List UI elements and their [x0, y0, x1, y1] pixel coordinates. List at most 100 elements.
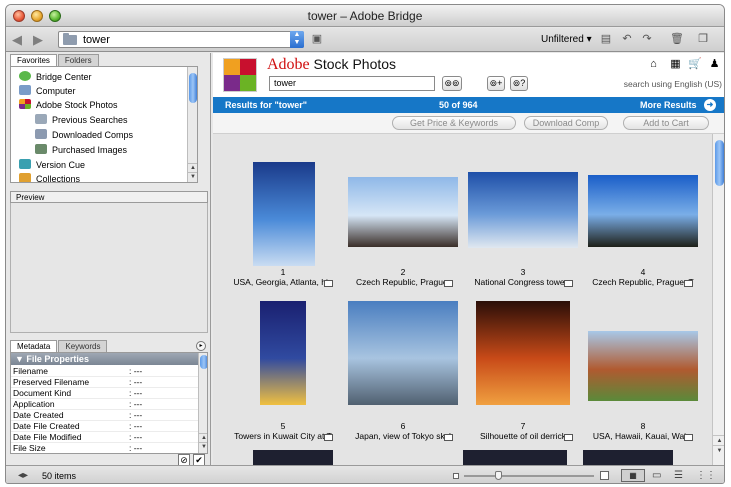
thumbnail-image[interactable] [583, 450, 673, 465]
thumbnail-image[interactable] [588, 331, 698, 401]
thumbnail-image[interactable] [260, 301, 306, 405]
thumbnail-cell[interactable]: 8 USA, Hawaii, Kauai, Waim [583, 296, 703, 446]
panel-menu-icon[interactable]: ▸ [196, 341, 206, 351]
thumbnail-cell[interactable]: 5 Towers in Kuwait City at T [223, 296, 343, 446]
metadata-scrollbar[interactable]: ▲ ▼ [198, 353, 207, 453]
scroll-down-arrow-icon[interactable]: ▼ [199, 442, 207, 451]
metadata-value: : --- [129, 410, 143, 420]
filmstrip-view-icon[interactable]: ▭ [652, 469, 661, 482]
close-window-button[interactable] [13, 10, 25, 22]
thumbnail-image[interactable] [476, 301, 570, 405]
favorite-version-cue[interactable]: Version Cue [19, 158, 85, 172]
add-to-cart-button[interactable]: Add to Cart [623, 116, 709, 130]
thumbnail-image[interactable] [253, 162, 315, 266]
zoom-window-button[interactable] [49, 10, 61, 22]
new-folder-icon[interactable]: ▤ [599, 33, 613, 46]
versions-view-icon[interactable]: ⋮⋮ [696, 469, 716, 482]
preview-tab[interactable]: Preview [10, 191, 208, 203]
thumbnail-image[interactable] [468, 172, 578, 248]
lightbox-icon[interactable]: ▦ [669, 58, 682, 71]
forward-arrow-icon[interactable]: ▶ [33, 33, 43, 47]
favorites-tabs: Favorites Folders [10, 54, 100, 66]
path-popup-icon[interactable]: ▲ ▼ [290, 31, 304, 48]
thumbnail-image[interactable] [588, 175, 698, 247]
favorite-previous-searches[interactable]: Previous Searches [35, 113, 128, 127]
get-price-keywords-button[interactable]: Get Price & Keywords [392, 116, 516, 130]
metadata-row: Date File Created: --- [11, 421, 198, 432]
details-view-icon[interactable]: ☰ [674, 469, 683, 482]
tab-folders[interactable]: Folders [57, 54, 99, 66]
thumbnail-image[interactable] [348, 177, 458, 247]
scroll-up-arrow-icon[interactable]: ▲ [199, 433, 207, 442]
favorite-adobe-stock-photos[interactable]: Adobe Stock Photos [19, 98, 118, 112]
thumbnail-cell[interactable]: 6 Japan, view of Tokyo skyl [343, 296, 463, 446]
thumbnail-cell[interactable]: 3 National Congress towers [463, 142, 583, 292]
thumbnail-image[interactable] [348, 301, 458, 405]
cart-icon[interactable]: 🛒 [688, 58, 702, 71]
favorite-purchased-images[interactable]: Purchased Images [35, 143, 127, 157]
metadata-key: Date File Created [13, 421, 80, 431]
thumbnail-number: 5 [280, 421, 286, 431]
trash-icon[interactable]: 🗑 [670, 33, 684, 46]
version-cue-icon [19, 159, 31, 169]
back-arrow-icon[interactable]: ◀ [12, 33, 22, 47]
scroll-up-arrow-icon[interactable]: ▲ [188, 163, 197, 172]
thumbnail-number: 1 [280, 267, 286, 277]
scroll-down-arrow-icon[interactable]: ▼ [713, 445, 724, 455]
favorite-label: Computer [36, 86, 76, 96]
rotate-right-icon[interactable]: ↷ [640, 33, 654, 46]
thumbnail-image[interactable] [253, 450, 333, 465]
file-properties-label: File Properties [26, 354, 89, 364]
thumbnail-cell[interactable]: 7 Silhouette of oil derrick [463, 296, 583, 446]
search-help-button[interactable]: ⊚? [510, 76, 528, 91]
grid-scroll-thumb[interactable] [715, 140, 724, 186]
grid-scrollbar[interactable]: ▲ ▼ [712, 134, 724, 465]
path-selector[interactable]: tower ▲ ▼ [58, 31, 304, 48]
small-thumbnail-icon [453, 473, 459, 479]
download-comp-button[interactable]: Download Comp [524, 116, 608, 130]
metadata-row: Application: --- [11, 399, 198, 410]
favorite-label: Version Cue [36, 160, 86, 170]
favorite-collections[interactable]: Collections [19, 172, 80, 182]
filter-menu[interactable]: Unfiltered ▾ [541, 34, 592, 46]
thumbnail-cell[interactable]: 1 USA, Georgia, Atlanta, hig [223, 142, 343, 292]
folder-up-icon[interactable]: ▣ [310, 33, 324, 46]
minimize-window-button[interactable] [31, 10, 43, 22]
thumbnail-image[interactable] [463, 450, 567, 465]
favorite-label: Downloaded Comps [52, 130, 134, 140]
thumbnail-view-icon[interactable]: ▦ [621, 469, 645, 482]
thumbnail-cell[interactable]: 4 Czech Republic, Prague, T [583, 142, 703, 292]
thumbnail-cell[interactable]: 2 Czech Republic, Prague, [343, 142, 463, 292]
favorite-bridge-center[interactable]: Bridge Center [19, 70, 92, 84]
tab-keywords[interactable]: Keywords [58, 340, 108, 352]
stock-search-input[interactable]: tower [269, 76, 435, 91]
favorite-computer[interactable]: Computer [19, 84, 76, 98]
scroll-down-arrow-icon[interactable]: ▼ [188, 172, 197, 181]
scroll-up-arrow-icon[interactable]: ▲ [713, 435, 724, 445]
more-results-arrow-icon[interactable]: ➜ [704, 99, 716, 111]
metadata-scroll-thumb[interactable] [200, 355, 207, 369]
toolbar: ◀ ▶ tower ▲ ▼ ▣ Unfiltered ▾ ▤ ↶ ↷ 🗑 ❐ [6, 28, 724, 52]
tab-metadata[interactable]: Metadata [10, 340, 58, 352]
advanced-search-button[interactable]: ⊚+ [487, 76, 505, 91]
favorites-scrollbar[interactable]: ▲ ▼ [187, 67, 197, 182]
rotate-left-icon[interactable]: ↶ [620, 33, 634, 46]
metadata-row: Filename: --- [11, 366, 198, 377]
thumbnail-number: 3 [520, 267, 526, 277]
tab-favorites[interactable]: Favorites [10, 54, 57, 66]
toggle-panels-icon[interactable]: ◂▸ [18, 469, 28, 482]
home-icon[interactable]: ⌂ [647, 58, 660, 71]
file-properties-header[interactable]: ▼ File Properties [11, 353, 198, 365]
account-icon[interactable]: ♟ [708, 58, 721, 71]
thumbnail-size-slider[interactable] [464, 475, 594, 477]
search-binoculars-button[interactable]: ⊚⊚ [442, 76, 462, 91]
metadata-value: : --- [129, 443, 143, 453]
favorites-scroll-thumb[interactable] [189, 73, 197, 103]
slider-handle[interactable] [495, 471, 502, 480]
compact-mode-icon[interactable]: ❐ [696, 33, 710, 46]
favorite-downloaded-comps[interactable]: Downloaded Comps [35, 128, 133, 142]
metadata-row: Preserved Filename: --- [11, 377, 198, 388]
more-results-link[interactable]: More Results [640, 97, 697, 113]
large-thumbnail-icon [600, 471, 609, 480]
stock-photo-badge-icon [564, 434, 573, 441]
